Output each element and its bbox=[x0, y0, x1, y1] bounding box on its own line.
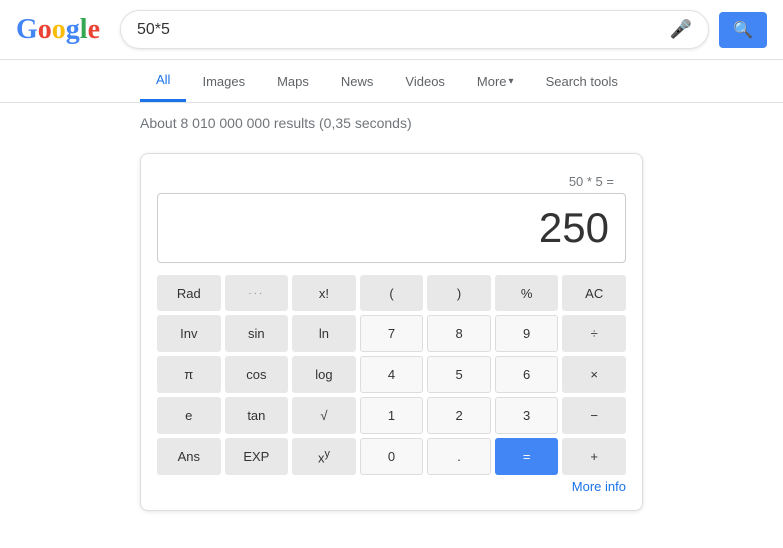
header: Google 50*5 🎤 🔍 bbox=[0, 0, 783, 60]
calc-btn-equals[interactable]: = bbox=[495, 438, 559, 475]
calc-btn-4[interactable]: 4 bbox=[360, 356, 424, 393]
calc-btn-1[interactable]: 1 bbox=[360, 397, 424, 434]
mic-icon[interactable]: 🎤 bbox=[670, 19, 692, 40]
calc-btn-percent[interactable]: % bbox=[495, 275, 559, 311]
calc-btn-exp[interactable]: EXP bbox=[225, 438, 289, 475]
calc-btn-ac[interactable]: AC bbox=[562, 275, 626, 311]
calc-buttons: Rad ··· x! ( ) % AC Inv sin ln 7 8 9 ÷ π… bbox=[157, 275, 626, 475]
chevron-down-icon: ▾ bbox=[509, 76, 514, 87]
google-logo[interactable]: Google bbox=[16, 14, 100, 46]
results-info: About 8 010 000 000 results (0,35 second… bbox=[0, 103, 783, 143]
calc-btn-multiply[interactable]: × bbox=[562, 356, 626, 393]
calc-btn-sin[interactable]: sin bbox=[225, 315, 289, 352]
more-info-link[interactable]: More info bbox=[157, 475, 626, 494]
calc-btn-log[interactable]: log bbox=[292, 356, 356, 393]
search-button[interactable]: 🔍 bbox=[719, 12, 767, 48]
calc-btn-e[interactable]: e bbox=[157, 397, 221, 434]
calc-btn-cos[interactable]: cos bbox=[225, 356, 289, 393]
calc-btn-power[interactable]: xy bbox=[292, 438, 356, 475]
nav-item-all[interactable]: All bbox=[140, 60, 186, 102]
calc-btn-inv[interactable]: Inv bbox=[157, 315, 221, 352]
calc-btn-minus[interactable]: − bbox=[562, 397, 626, 434]
calc-expression: 50 * 5 = bbox=[157, 170, 626, 193]
calc-btn-6[interactable]: 6 bbox=[495, 356, 559, 393]
calc-btn-dotgrid[interactable]: ··· bbox=[225, 275, 289, 311]
nav-item-news[interactable]: News bbox=[325, 62, 390, 101]
calc-btn-factorial[interactable]: x! bbox=[292, 275, 356, 311]
calc-btn-0[interactable]: 0 bbox=[360, 438, 424, 475]
nav-item-search-tools[interactable]: Search tools bbox=[530, 62, 634, 101]
calc-btn-divide[interactable]: ÷ bbox=[562, 315, 626, 352]
calc-btn-ln[interactable]: ln bbox=[292, 315, 356, 352]
calc-btn-3[interactable]: 3 bbox=[495, 397, 559, 434]
nav-bar: All Images Maps News Videos More ▾ Searc… bbox=[0, 60, 783, 103]
calc-btn-tan[interactable]: tan bbox=[225, 397, 289, 434]
calculator: 50 * 5 = 250 Rad ··· x! ( ) % AC Inv sin… bbox=[140, 153, 643, 511]
search-input[interactable]: 50*5 bbox=[137, 21, 660, 39]
search-bar: 50*5 🎤 bbox=[120, 10, 709, 49]
calc-btn-sqrt[interactable]: √ bbox=[292, 397, 356, 434]
nav-item-more[interactable]: More ▾ bbox=[461, 62, 530, 101]
calc-btn-9[interactable]: 9 bbox=[495, 315, 559, 352]
calc-btn-open-paren[interactable]: ( bbox=[360, 275, 424, 311]
calc-btn-2[interactable]: 2 bbox=[427, 397, 491, 434]
calc-btn-ans[interactable]: Ans bbox=[157, 438, 221, 475]
nav-item-videos[interactable]: Videos bbox=[389, 62, 461, 101]
calc-btn-7[interactable]: 7 bbox=[360, 315, 424, 352]
calc-btn-5[interactable]: 5 bbox=[427, 356, 491, 393]
nav-item-images[interactable]: Images bbox=[186, 62, 261, 101]
calc-btn-pi[interactable]: π bbox=[157, 356, 221, 393]
calc-btn-plus[interactable]: + bbox=[562, 438, 626, 475]
nav-item-maps[interactable]: Maps bbox=[261, 62, 325, 101]
calc-btn-dot[interactable]: . bbox=[427, 438, 491, 475]
calc-btn-close-paren[interactable]: ) bbox=[427, 275, 491, 311]
calc-btn-rad[interactable]: Rad bbox=[157, 275, 221, 311]
calc-btn-8[interactable]: 8 bbox=[427, 315, 491, 352]
calc-display: 250 bbox=[157, 193, 626, 263]
